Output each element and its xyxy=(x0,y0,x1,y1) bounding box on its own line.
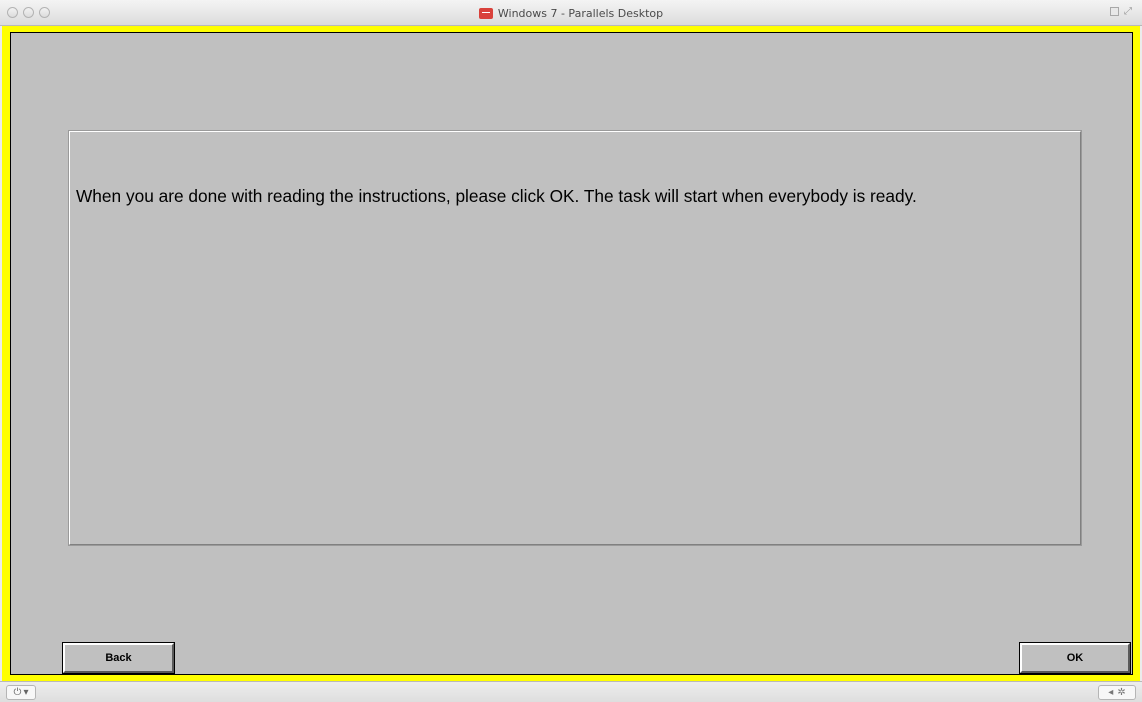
coherence-icon[interactable] xyxy=(1110,7,1119,16)
power-icon: ⏻ xyxy=(13,687,22,698)
parallels-monitor-icon xyxy=(478,7,493,19)
window-title: Windows 7 - Parallels Desktop xyxy=(497,6,664,20)
experiment-window: When you are done with reading the instr… xyxy=(10,32,1133,675)
fullscreen-icon[interactable]: ⤢ xyxy=(1124,7,1134,17)
window-title-group: Windows 7 - Parallels Desktop xyxy=(0,0,1142,26)
chevron-down-icon: ▾ xyxy=(23,687,29,698)
settings-button[interactable]: ◂ ✲ xyxy=(1098,685,1136,700)
arrow-left-icon: ◂ xyxy=(1108,687,1114,698)
instruction-text: When you are done with reading the instr… xyxy=(76,186,917,206)
power-button[interactable]: ⏻ ▾ xyxy=(6,685,36,700)
ok-button[interactable]: OK xyxy=(1019,642,1131,674)
zoom-window-button[interactable] xyxy=(39,7,50,18)
gear-icon: ✲ xyxy=(1117,687,1126,698)
close-window-button[interactable] xyxy=(7,7,18,18)
minimize-window-button[interactable] xyxy=(23,7,34,18)
title-actions: ⤢ xyxy=(1110,7,1134,17)
instruction-panel: When you are done with reading the instr… xyxy=(68,130,1082,546)
back-button[interactable]: Back xyxy=(62,642,175,674)
vm-screen-frame: When you are done with reading the instr… xyxy=(2,26,1140,681)
window-controls xyxy=(7,7,50,18)
window-titlebar: Windows 7 - Parallels Desktop ⤢ xyxy=(0,0,1142,26)
statusbar: ⏻ ▾ ◂ ✲ xyxy=(0,681,1142,702)
